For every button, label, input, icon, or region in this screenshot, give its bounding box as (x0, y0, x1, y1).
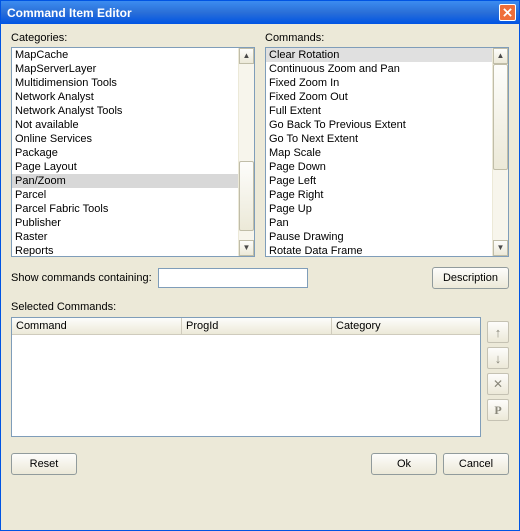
list-item[interactable]: Publisher (12, 216, 238, 230)
window-title: Command Item Editor (7, 6, 132, 20)
list-item[interactable]: Network Analyst Tools (12, 104, 238, 118)
description-button[interactable]: Description (432, 267, 509, 289)
scroll-thumb[interactable] (493, 64, 508, 170)
list-item[interactable]: Clear Rotation (266, 48, 492, 62)
categories-label: Categories: (11, 32, 255, 44)
scroll-down-button[interactable]: ▼ (493, 240, 508, 256)
scroll-thumb[interactable] (239, 161, 254, 231)
list-item[interactable]: Reports (12, 244, 238, 256)
grid-header: Command ProgId Category (12, 318, 480, 335)
filter-input[interactable] (158, 268, 308, 288)
chevron-up-icon: ▲ (243, 52, 251, 60)
list-item[interactable]: Page Right (266, 188, 492, 202)
categories-scrollbar[interactable]: ▲ ▼ (238, 48, 254, 256)
list-item[interactable]: Pan/Zoom (12, 174, 238, 188)
list-item[interactable]: Raster (12, 230, 238, 244)
scroll-down-button[interactable]: ▼ (239, 240, 254, 256)
remove-button[interactable]: ✕ (487, 373, 509, 395)
selected-commands-grid[interactable]: Command ProgId Category (11, 317, 481, 437)
commands-label: Commands: (265, 32, 509, 44)
chevron-down-icon: ▼ (497, 244, 505, 252)
scroll-track[interactable] (239, 64, 254, 240)
move-down-button[interactable]: ↓ (487, 347, 509, 369)
close-button[interactable] (499, 4, 516, 21)
list-item[interactable]: Rotate Data Frame (266, 244, 492, 256)
commands-scrollbar[interactable]: ▲ ▼ (492, 48, 508, 256)
close-icon (503, 8, 512, 17)
title-bar: Command Item Editor (1, 1, 519, 24)
list-item[interactable]: Package (12, 146, 238, 160)
selected-commands-label: Selected Commands: (11, 301, 509, 313)
list-item[interactable]: Parcel Fabric Tools (12, 202, 238, 216)
scroll-track[interactable] (493, 64, 508, 240)
list-item[interactable]: Full Extent (266, 104, 492, 118)
chevron-up-icon: ▲ (497, 52, 505, 60)
list-item[interactable]: Page Left (266, 174, 492, 188)
list-item[interactable]: Continuous Zoom and Pan (266, 62, 492, 76)
list-item[interactable]: Go Back To Previous Extent (266, 118, 492, 132)
move-up-button[interactable]: ↑ (487, 321, 509, 343)
list-item[interactable]: Not available (12, 118, 238, 132)
p-icon: P (494, 403, 501, 418)
list-item[interactable]: Parcel (12, 188, 238, 202)
column-progid[interactable]: ProgId (182, 318, 332, 334)
categories-listbox[interactable]: MapCacheMapServerLayerMultidimension Too… (11, 47, 255, 257)
grid-body[interactable] (12, 335, 480, 435)
list-item[interactable]: Online Services (12, 132, 238, 146)
column-category[interactable]: Category (332, 318, 480, 334)
list-item[interactable]: Page Down (266, 160, 492, 174)
scroll-up-button[interactable]: ▲ (239, 48, 254, 64)
arrow-down-icon: ↓ (495, 351, 502, 366)
reset-button[interactable]: Reset (11, 453, 77, 475)
list-item[interactable]: MapServerLayer (12, 62, 238, 76)
column-command[interactable]: Command (12, 318, 182, 334)
list-item[interactable]: Map Scale (266, 146, 492, 160)
list-item[interactable]: Multidimension Tools (12, 76, 238, 90)
filter-label: Show commands containing: (11, 272, 152, 284)
arrow-up-icon: ↑ (495, 325, 502, 340)
ok-button[interactable]: Ok (371, 453, 437, 475)
list-item[interactable]: Fixed Zoom Out (266, 90, 492, 104)
list-item[interactable]: Fixed Zoom In (266, 76, 492, 90)
list-item[interactable]: Pause Drawing (266, 230, 492, 244)
list-item[interactable]: Page Up (266, 202, 492, 216)
list-item[interactable]: Network Analyst (12, 90, 238, 104)
list-item[interactable]: Pan (266, 216, 492, 230)
chevron-down-icon: ▼ (243, 244, 251, 252)
list-item[interactable]: Page Layout (12, 160, 238, 174)
list-item[interactable]: MapCache (12, 48, 238, 62)
x-icon: ✕ (493, 377, 503, 391)
list-item[interactable]: Go To Next Extent (266, 132, 492, 146)
commands-listbox[interactable]: Clear RotationContinuous Zoom and PanFix… (265, 47, 509, 257)
properties-button[interactable]: P (487, 399, 509, 421)
cancel-button[interactable]: Cancel (443, 453, 509, 475)
scroll-up-button[interactable]: ▲ (493, 48, 508, 64)
